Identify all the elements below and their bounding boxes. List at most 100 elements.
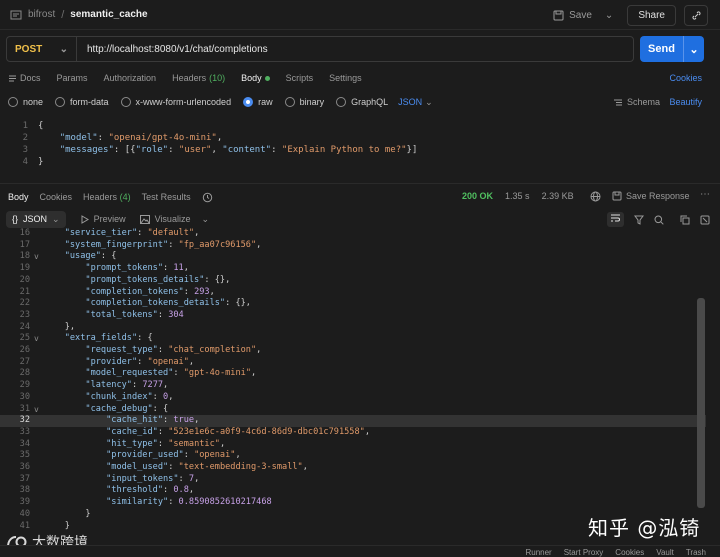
request-code-line[interactable]: 1{ [0, 120, 700, 132]
history-icon[interactable] [202, 192, 213, 203]
response-code-line[interactable]: 31 v "cache_debug": { [0, 404, 706, 416]
response-code-line[interactable]: 16 "service_tier": "default", [0, 228, 706, 240]
schema-icon [613, 99, 622, 105]
radio-none[interactable]: none [8, 97, 43, 107]
save-icon [612, 191, 622, 201]
body-format-select[interactable]: JSON ⌄ [398, 97, 433, 108]
schema-button[interactable]: Schema [613, 97, 660, 107]
response-size[interactable]: 2.39 KB [542, 191, 574, 201]
chevron-down-icon[interactable]: ⌄ [201, 214, 209, 225]
response-body-editor[interactable]: 16 "service_tier": "default", 17 "system_… [0, 228, 706, 530]
status-bar-item-runner[interactable]: Runner [525, 548, 551, 557]
status-bar-item-vault[interactable]: Vault [656, 548, 674, 557]
response-code-line[interactable]: 24 }, [0, 322, 706, 334]
response-code-line[interactable]: 19 "prompt_tokens": 11, [0, 263, 706, 275]
tab-headers[interactable]: Headers (10) [172, 73, 225, 83]
tab-settings[interactable]: Settings [329, 73, 362, 83]
radio-graphql[interactable]: GraphQL [336, 97, 388, 107]
workspace-name[interactable]: bifrost [28, 9, 55, 20]
status-bar-item-trash[interactable]: Trash [686, 548, 706, 557]
breadcrumb-separator: / [61, 8, 65, 21]
response-code-line[interactable]: 21 "completion_tokens": 293, [0, 287, 706, 299]
code-text: "latency": 7277, [85, 380, 169, 391]
response-format-select[interactable]: {} JSON ⌄ [6, 210, 66, 228]
visualize-button[interactable]: Visualize ⌄ [139, 214, 209, 225]
code-text: "model": "openai/gpt-4o-mini", [59, 133, 223, 143]
save-response-button[interactable]: Save Response [612, 191, 690, 201]
cookies-link[interactable]: Cookies [669, 73, 702, 83]
beautify-button[interactable]: Beautify [669, 97, 702, 107]
tab-authorization[interactable]: Authorization [104, 73, 157, 83]
copy-icon[interactable] [680, 215, 690, 225]
response-tab-headers[interactable]: Headers (4) [83, 192, 131, 202]
response-code-line[interactable]: 26 "request_type": "chat_completion", [0, 345, 706, 357]
response-tab-cookies[interactable]: Cookies [40, 192, 73, 202]
line-number: 35 [19, 450, 30, 461]
preview-button[interactable]: Preview [80, 214, 126, 224]
request-code-line[interactable]: 4} [0, 156, 700, 168]
response-code-line[interactable]: 38 "threshold": 0.8, [0, 485, 706, 497]
response-code-line[interactable]: 29 "latency": 7277, [0, 380, 706, 392]
status-bar-item-start-proxy[interactable]: Start Proxy [564, 548, 604, 557]
pane-divider[interactable] [0, 183, 720, 184]
fold-chevron-icon[interactable]: v [34, 404, 39, 416]
tab-params[interactable]: Params [57, 73, 88, 83]
request-code-line[interactable]: 2 "model": "openai/gpt-4o-mini", [0, 132, 700, 144]
response-code-line[interactable]: 18 v "usage": { [0, 251, 706, 263]
fold-chevron-icon[interactable]: v [34, 333, 39, 345]
share-button[interactable]: Share [627, 5, 676, 26]
more-options-icon[interactable]: ⋯ [700, 189, 710, 200]
code-text: "cache_debug": { [85, 403, 169, 414]
line-number: 4 [22, 157, 28, 167]
tab-body[interactable]: Body [241, 73, 270, 83]
copy-link-button[interactable] [684, 5, 708, 26]
radio-raw[interactable]: raw [243, 97, 273, 107]
url-input[interactable]: http://localhost:8080/v1/chat/completion… [77, 44, 268, 55]
response-status: 200 OK 1.35 s 2.39 KB [462, 191, 574, 201]
response-code-line[interactable]: 20 "prompt_tokens_details": {}, [0, 275, 706, 287]
save-button[interactable]: Save ⌄ [547, 7, 619, 24]
radio-form-data[interactable]: form-data [55, 97, 109, 107]
fold-chevron-icon[interactable]: v [34, 251, 39, 263]
response-code-line[interactable]: 28 "model_requested": "gpt-4o-mini", [0, 368, 706, 380]
line-number: 39 [19, 497, 30, 508]
response-code-line[interactable]: 39 "similarity": 0.8590852610217468 [0, 497, 706, 509]
status-code[interactable]: 200 OK [462, 191, 493, 201]
chevron-down-icon[interactable]: ⌄ [605, 10, 613, 21]
search-icon[interactable] [654, 215, 664, 225]
response-code-line[interactable]: 17 "system_fingerprint": "fp_aa07c96156"… [0, 240, 706, 252]
wrap-lines-button[interactable] [607, 212, 624, 227]
response-code-line[interactable]: 37 "input_tokens": 7, [0, 474, 706, 486]
response-code-line[interactable]: 22 "completion_tokens_details": {}, [0, 298, 706, 310]
response-tab-test-results[interactable]: Test Results [142, 192, 191, 202]
send-options-chevron-icon[interactable]: ⌄ [684, 43, 704, 56]
response-code-line-highlighted[interactable]: 32 "cache_hit": true, [0, 415, 706, 427]
code-text: "completion_tokens": 293, [85, 286, 215, 297]
request-code-line[interactable]: 3 "messages": [{"role": "user", "content… [0, 144, 700, 156]
code-text: "messages": [{"role": "user", "content":… [59, 145, 418, 155]
clear-icon[interactable] [700, 215, 710, 225]
radio-binary[interactable]: binary [284, 97, 324, 107]
request-body-editor[interactable]: 1{2 "model": "openai/gpt-4o-mini", 3 "mes… [0, 120, 720, 176]
method-select[interactable]: POST ⌄ [7, 37, 77, 61]
response-time[interactable]: 1.35 s [505, 191, 530, 201]
globe-icon[interactable] [590, 191, 601, 202]
response-code-line[interactable]: 27 "provider": "openai", [0, 357, 706, 369]
response-code-line[interactable]: 33 "cache_id": "523e1e6c-a0f9-4c6d-86d9-… [0, 427, 706, 439]
response-code-line[interactable]: 34 "hit_type": "semantic", [0, 439, 706, 451]
send-button[interactable]: Send ⌄ [640, 36, 704, 62]
response-code-line[interactable]: 36 "model_used": "text-embedding-3-small… [0, 462, 706, 474]
status-bar-item-cookies[interactable]: Cookies [615, 548, 644, 557]
code-text: "input_tokens": 7, [106, 473, 200, 484]
response-tab-body[interactable]: Body [8, 192, 29, 202]
tab-docs[interactable]: Docs [8, 73, 41, 83]
response-code-line[interactable]: 30 "chunk_index": 0, [0, 392, 706, 404]
response-scrollbar[interactable] [697, 298, 705, 508]
response-code-line[interactable]: 25 v "extra_fields": { [0, 333, 706, 345]
response-code-line[interactable]: 23 "total_tokens": 304 [0, 310, 706, 322]
tab-scripts[interactable]: Scripts [286, 73, 314, 83]
radio-urlencoded[interactable]: x-www-form-urlencoded [120, 97, 231, 107]
filter-icon[interactable] [634, 215, 644, 225]
request-name[interactable]: semantic_cache [70, 9, 147, 20]
response-code-line[interactable]: 35 "provider_used": "openai", [0, 450, 706, 462]
